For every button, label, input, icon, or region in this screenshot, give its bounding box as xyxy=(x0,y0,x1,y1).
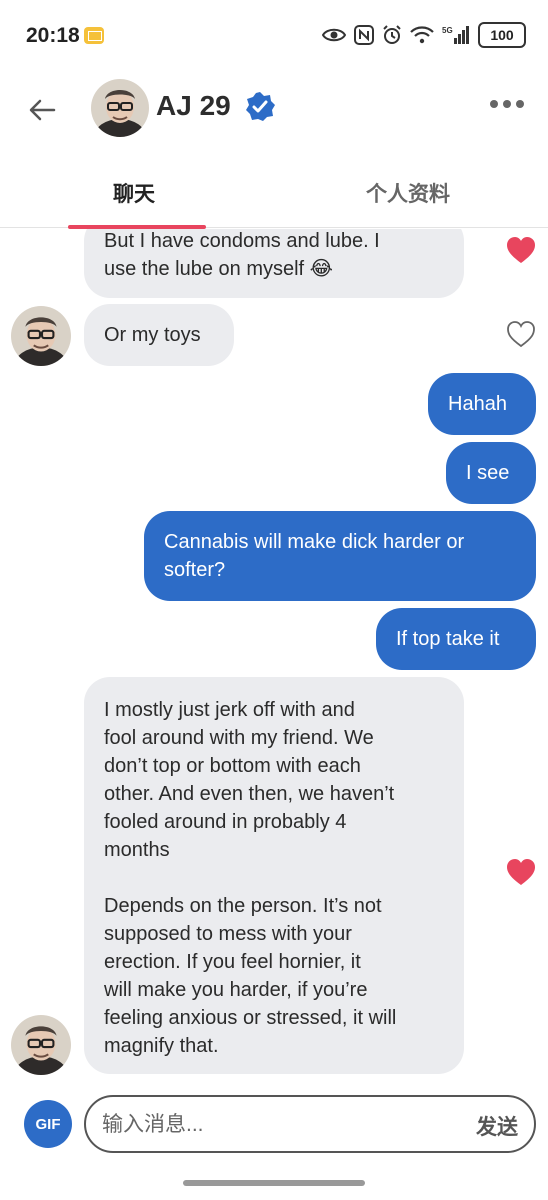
message-line xyxy=(104,864,444,892)
nfc-icon xyxy=(354,25,374,45)
alarm-icon xyxy=(383,25,401,44)
message-line: magnify that. xyxy=(104,1035,219,1057)
status-icons: 5G 100 xyxy=(322,22,526,48)
message-bubble-incoming[interactable]: But I have condoms and lube. I use the l… xyxy=(84,229,464,298)
message-line: Depends on the person. It’s not xyxy=(104,895,382,917)
send-button[interactable]: 发送 xyxy=(476,1111,518,1141)
more-dots-icon[interactable] xyxy=(490,100,524,108)
message-line: don’t top or bottom with each xyxy=(104,755,361,777)
message-line: months xyxy=(104,839,170,861)
message-bubble-outgoing[interactable]: Hahah xyxy=(428,373,536,435)
message-text: Hahah xyxy=(448,393,507,415)
heart-filled-icon[interactable] xyxy=(506,858,536,886)
home-indicator[interactable] xyxy=(183,1180,365,1186)
message-line: Cannabis will make dick harder or xyxy=(164,531,465,553)
message-input[interactable] xyxy=(102,1109,462,1141)
message-line: erection. If you feel hornier, it xyxy=(104,951,361,973)
status-time: 20:18 xyxy=(26,24,80,47)
gif-button[interactable]: GIF xyxy=(24,1100,72,1148)
tab-profile[interactable]: 个人资料 xyxy=(366,178,450,208)
contact-name[interactable]: AJ 29 xyxy=(156,90,231,122)
message-line: feeling anxious or stressed, it will xyxy=(104,1007,397,1029)
wifi-icon xyxy=(410,26,434,44)
message-line: fool around with my friend. We xyxy=(104,727,374,749)
avatar[interactable] xyxy=(91,79,149,137)
verified-badge-icon xyxy=(246,92,275,121)
avatar[interactable] xyxy=(11,1015,71,1075)
message-line: other. And even then, we haven’t xyxy=(104,783,395,805)
status-bar: 20:18 5G 100 xyxy=(0,0,548,76)
tab-chat[interactable]: 聊天 xyxy=(113,178,155,208)
message-line: I mostly just jerk off with and xyxy=(104,699,355,721)
message-composer: GIF 发送 xyxy=(0,1092,548,1162)
mail-icon xyxy=(84,27,104,44)
message-line: supposed to mess with your xyxy=(104,923,352,945)
message-line: will make you harder, if you’re xyxy=(104,979,368,1001)
message-bubble-outgoing[interactable]: If top take it xyxy=(376,608,536,670)
message-bubble-incoming[interactable]: I mostly just jerk off with and fool aro… xyxy=(84,677,464,1074)
message-line: use the lube on myself 😂 xyxy=(104,258,334,280)
message-list[interactable]: But I have condoms and lube. I use the l… xyxy=(0,229,548,1091)
svg-text:5G: 5G xyxy=(442,26,453,35)
message-bubble-outgoing[interactable]: Cannabis will make dick harder or softer… xyxy=(144,511,536,601)
message-text: Or my toys xyxy=(104,324,201,346)
message-text: If top take it xyxy=(396,628,500,650)
message-line: But I have condoms and lube. I xyxy=(104,230,380,252)
battery-icon: 100 xyxy=(478,22,526,48)
message-text: I see xyxy=(466,462,510,484)
heart-filled-icon[interactable] xyxy=(506,236,536,264)
back-arrow-icon[interactable] xyxy=(26,94,58,126)
tab-bar: 聊天 个人资料 xyxy=(0,160,548,229)
chat-header: AJ 29 xyxy=(0,76,548,144)
message-line: fooled around in probably 4 xyxy=(104,811,347,833)
message-bubble-incoming[interactable]: Or my toys xyxy=(84,304,234,366)
message-bubble-outgoing[interactable]: I see xyxy=(446,442,536,504)
heart-outline-icon[interactable] xyxy=(506,320,536,348)
eye-icon xyxy=(322,28,346,42)
message-input-box[interactable]: 发送 xyxy=(84,1095,536,1153)
avatar[interactable] xyxy=(11,306,71,366)
signal-icon: 5G xyxy=(442,26,469,44)
message-line: softer? xyxy=(164,559,226,581)
